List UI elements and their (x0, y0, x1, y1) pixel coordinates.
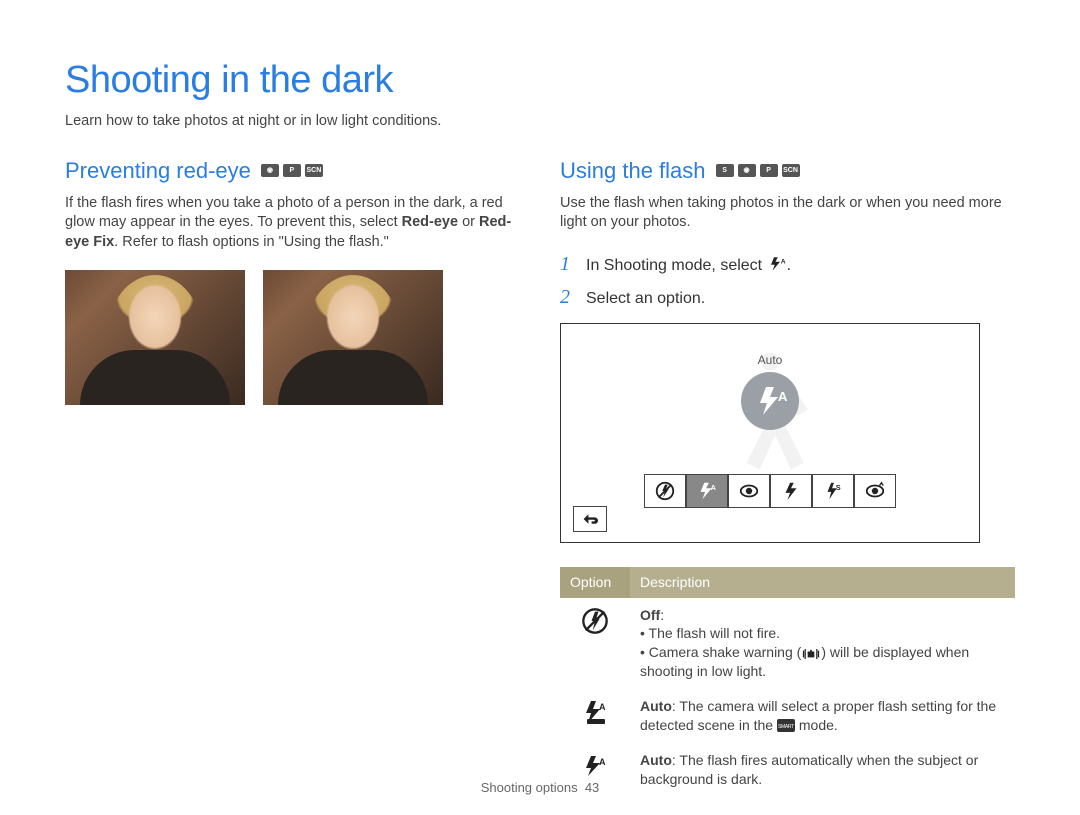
flash-option-off[interactable] (644, 474, 686, 508)
flash-auto-icon: A (767, 256, 787, 272)
table-row: A Auto: The camera will select a proper … (560, 689, 1015, 743)
svg-text:A: A (711, 483, 717, 492)
flash-auto-icon: A (580, 751, 610, 781)
camera-mode-icon: ◉ (261, 164, 279, 177)
heading-preventing-red-eye: Preventing red-eye ◉ P SCN (65, 156, 520, 186)
mode-icons-group: S ◉ P SCN (716, 164, 800, 177)
camera-shake-icon (801, 647, 821, 661)
bold-red-eye: Red-eye (402, 214, 458, 230)
lcd-flash-auto-icon: A (741, 372, 799, 430)
mode-icons-group: ◉ P SCN (261, 164, 323, 177)
flash-option-slowsync[interactable]: S (812, 474, 854, 508)
svg-text:A: A (780, 259, 785, 266)
flash-options-table: Option Description Off: (560, 567, 1015, 797)
table-row: Off: The flash will not fire. Camera sha… (560, 598, 1015, 690)
flash-option-redeye[interactable] (728, 474, 770, 508)
option-title-auto: Auto (640, 752, 672, 768)
example-photos (65, 270, 520, 405)
step-text: Select an option. (586, 288, 705, 310)
svg-text:A: A (778, 389, 788, 404)
text: In Shooting mode, select (586, 257, 767, 274)
footer-page-number: 43 (585, 780, 599, 795)
smart-mode-inline-icon (777, 719, 795, 732)
redeye-paragraph: If the flash fires when you take a photo… (65, 194, 520, 253)
list-item: Camera shake warning ( ) will be display… (640, 643, 1005, 681)
text: . (787, 257, 791, 274)
step-number: 1 (560, 251, 576, 278)
list-item: The flash will not fire. (640, 624, 1005, 643)
photo-redeye-before (65, 270, 245, 405)
program-mode-icon: P (760, 164, 778, 177)
photo-redeye-after (263, 270, 443, 405)
flash-option-strip: A S (644, 474, 896, 508)
lcd-preview: Auto A A (560, 323, 980, 543)
step-text: In Shooting mode, select A . (586, 255, 791, 277)
text: mode. (795, 717, 838, 733)
svg-text:A: A (599, 757, 606, 767)
footer-section: Shooting options (481, 780, 578, 795)
flash-option-fillin[interactable] (770, 474, 812, 508)
heading-text: Preventing red-eye (65, 156, 251, 186)
text: : (660, 607, 664, 623)
scene-mode-icon: SCN (305, 164, 323, 177)
smart-mode-icon: S (716, 164, 734, 177)
page-footer: Shooting options 43 (0, 779, 1080, 797)
table-header-description: Description (630, 567, 1015, 598)
flash-auto-smart-icon: A (580, 697, 610, 727)
step-number: 2 (560, 284, 576, 311)
flash-option-auto-selected[interactable]: A (686, 474, 728, 508)
right-column: Using the flash S ◉ P SCN Use the flash … (560, 156, 1015, 797)
flash-paragraph: Use the flash when taking photos in the … (560, 194, 1015, 233)
page-title: Shooting in the dark (65, 55, 1015, 106)
svg-text:S: S (836, 483, 841, 492)
scene-mode-icon: SCN (782, 164, 800, 177)
text: . Refer to flash options in "Using the f… (114, 234, 389, 250)
heading-text: Using the flash (560, 156, 706, 186)
text: or (458, 214, 479, 230)
step-2: 2 Select an option. (560, 284, 1015, 311)
step-1: 1 In Shooting mode, select A . (560, 251, 1015, 278)
text: Camera shake warning ( (649, 644, 802, 660)
page-intro: Learn how to take photos at night or in … (65, 112, 1015, 132)
flash-option-redeyefix[interactable] (854, 474, 896, 508)
table-header-option: Option (560, 567, 630, 598)
back-button[interactable] (573, 506, 607, 532)
program-mode-icon: P (283, 164, 301, 177)
option-title-auto: Auto (640, 698, 672, 714)
svg-text:A: A (599, 702, 606, 712)
heading-using-flash: Using the flash S ◉ P SCN (560, 156, 1015, 186)
lcd-auto-label: Auto (741, 352, 799, 368)
option-title-off: Off (640, 607, 660, 623)
flash-off-icon (580, 606, 610, 636)
left-column: Preventing red-eye ◉ P SCN If the flash … (65, 156, 520, 797)
camera-mode-icon: ◉ (738, 164, 756, 177)
